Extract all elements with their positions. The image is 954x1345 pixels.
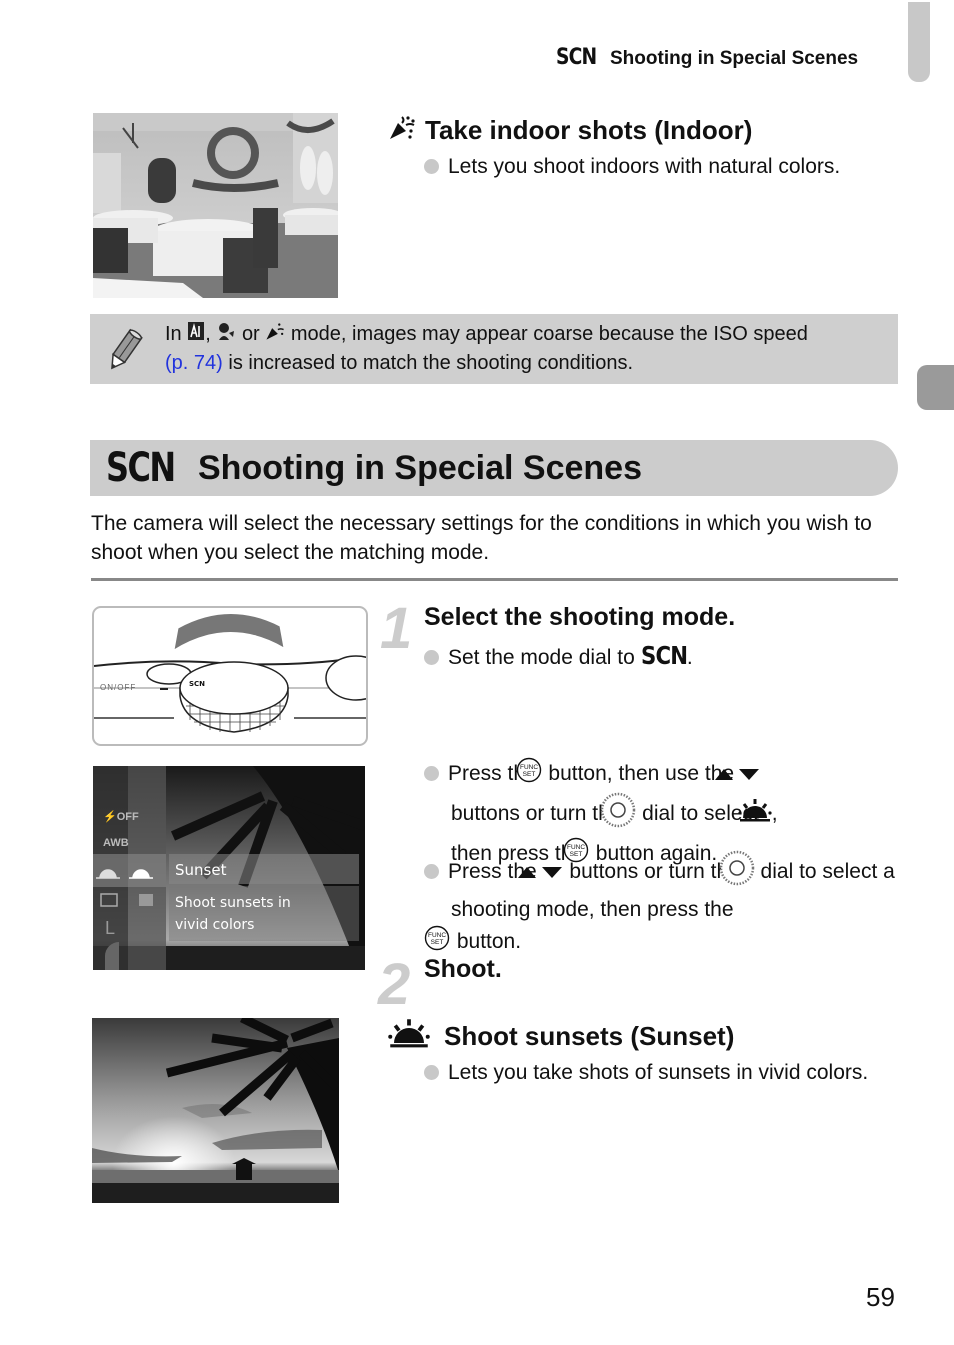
step-number-1: 1 [380, 596, 413, 661]
scn-mode-icon: SCN [556, 45, 597, 70]
note-text-part: is increased to match the shooting condi… [228, 351, 634, 374]
section-intro: The camera will select the necessary set… [91, 512, 872, 564]
section-title: SCN Shooting in Special Scenes [106, 445, 642, 491]
indoor-bullet: Lets you shoot indoors with natural colo… [424, 152, 904, 182]
indoor-title: Take indoor shots (Indoor) [425, 115, 753, 145]
indoor-sample-photo [93, 113, 338, 298]
chapter-index-tab [917, 365, 954, 410]
svg-text:SET: SET [431, 939, 444, 946]
note-text-part: mode, images may appear coarse because t… [290, 323, 808, 345]
party-indoor-icon [388, 113, 416, 148]
step-2-title: Shoot. [424, 955, 502, 983]
kids-pets-mode-icon [216, 321, 236, 349]
bullet-dot [424, 1065, 439, 1080]
sunset-bullet: Lets you take shots of sunsets in vivid … [424, 1058, 901, 1088]
bullet-dot [424, 766, 439, 782]
menu-description-line2: vivid colors [175, 917, 254, 933]
bullet-text: buttons or turn the [569, 860, 740, 884]
step-1-bullet: Set the mode dial to SCN. [424, 641, 693, 673]
instruction-bullet-2: Press the buttons or turn the dial to se… [424, 850, 931, 960]
dial-scn-label: SCN [189, 680, 205, 688]
awb-icon: AWB [103, 837, 129, 849]
svg-text:FUNC: FUNC [428, 932, 446, 939]
bullet-text: Set the mode dial to [448, 646, 635, 669]
lcd-menu-screenshot: ⚡OFF AWB L Sunset Shoot sunsets in vivid… [93, 766, 365, 970]
bullet-text: button. [456, 930, 522, 954]
note-text-part: or [241, 323, 260, 345]
chapter-thumb-tab [908, 2, 930, 82]
running-header: SCN Shooting in Special Scenes [556, 45, 858, 70]
sunset-icon [386, 1018, 432, 1055]
running-header-title: Shooting in Special Scenes [610, 48, 859, 69]
note-text-part: , [205, 323, 211, 345]
indoor-bullet-text: Lets you shoot indoors with natural colo… [448, 155, 841, 178]
control-dial-icon [719, 850, 755, 895]
control-dial-icon [601, 792, 636, 837]
scn-mode-icon: SCN [106, 445, 176, 491]
menu-selected-label: Sunset [175, 861, 227, 879]
flash-off-icon: ⚡OFF [103, 810, 139, 823]
section-title-text: Shooting in Special Scenes [198, 448, 642, 487]
indoor-heading: Take indoor shots (Indoor) [388, 113, 752, 148]
bullet-text: , [771, 802, 778, 826]
sunset-title: Shoot sunsets (Sunset) [444, 1021, 735, 1051]
low-light-mode-icon [187, 321, 205, 349]
up-down-arrows-icon [517, 858, 564, 888]
party-indoor-icon [265, 321, 285, 349]
step-number-2: 2 [378, 952, 411, 1017]
bullet-dot [424, 159, 439, 174]
sunset-heading: Shoot sunsets (Sunset) [386, 1018, 734, 1055]
bullet-dot [424, 864, 439, 880]
menu-description-line1: Shoot sunsets in [175, 895, 291, 911]
sunset-sample-photo [92, 1018, 339, 1203]
bullet-dot [424, 650, 439, 665]
page-number: 59 [866, 1282, 895, 1312]
mode-dial-illustration: ON/OFF SCN [92, 606, 368, 746]
svg-text:FUNC: FUNC [520, 764, 538, 771]
sunset-icon [738, 798, 772, 831]
bullet-text: buttons or turn the [451, 802, 622, 826]
note-text-part: In [165, 323, 182, 345]
bullet-text: button, then use the [548, 762, 735, 786]
step-1-title: Select the shooting mode. [424, 603, 736, 631]
svg-text:SET: SET [522, 771, 535, 778]
bullet-text: . [686, 646, 693, 669]
divider [91, 578, 898, 581]
up-down-arrows-icon [714, 760, 761, 790]
scn-mode-icon: SCN [640, 641, 688, 670]
on-off-label: ON/OFF [100, 683, 136, 692]
sunset-bullet-text: Lets you take shots of sunsets in vivid … [448, 1061, 869, 1084]
page-74-link[interactable]: (p. 74) [165, 352, 223, 374]
note-text: In , or mode, images may appear coarse b… [165, 320, 895, 377]
pencil-icon [104, 328, 144, 379]
image-size-label: L [105, 918, 115, 938]
